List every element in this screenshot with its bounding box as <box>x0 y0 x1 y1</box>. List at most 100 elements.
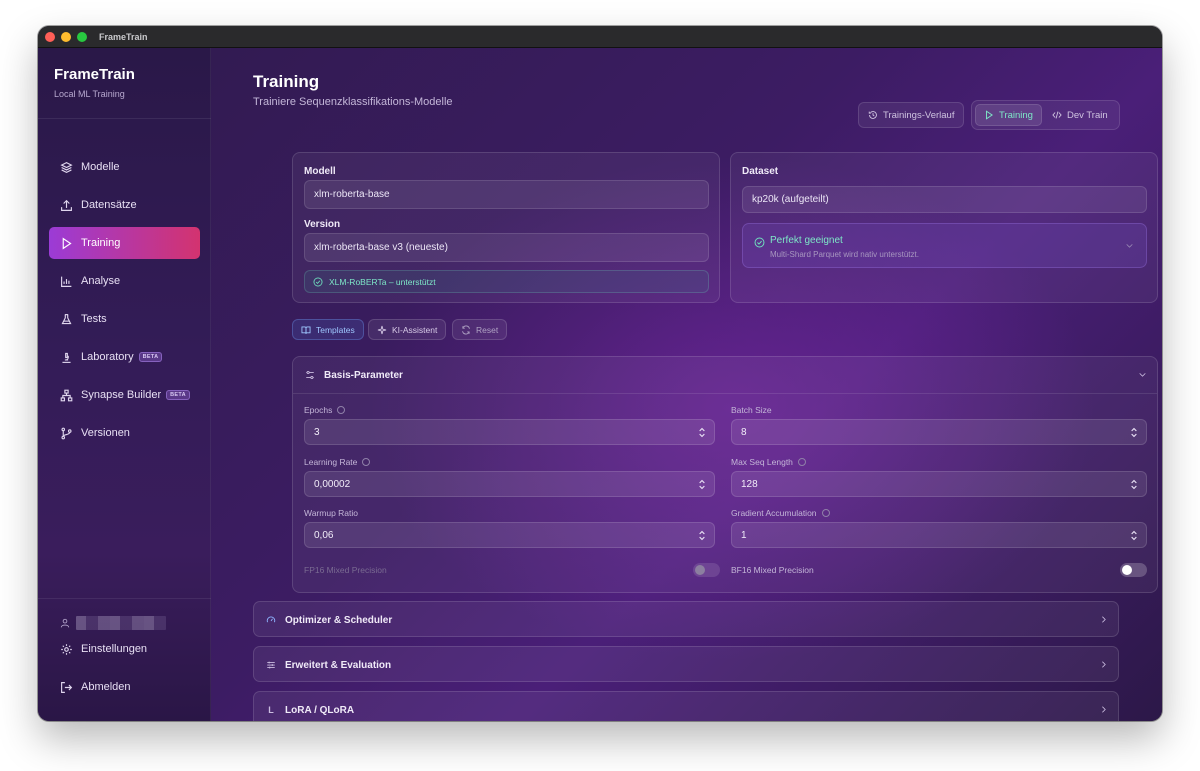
warmup-ratio-value: 0,06 <box>314 529 334 541</box>
lora-qlora-section[interactable]: L LoRA / QLoRA <box>253 691 1119 721</box>
bf16-toggle[interactable] <box>1120 563 1147 577</box>
tab-training[interactable]: Training <box>975 104 1042 126</box>
sidebar-item-label: Tests <box>81 313 107 325</box>
close-window-button[interactable] <box>45 31 55 42</box>
gradient-accumulation-input[interactable]: 1 <box>731 522 1147 548</box>
divider <box>38 118 211 119</box>
main-content: Training Trainiere Sequenzklassifikation… <box>211 48 1162 721</box>
sidebar-bottom-nav: Einstellungen Abmelden <box>49 633 200 709</box>
sidebar-item-modelle[interactable]: Modelle <box>49 151 200 183</box>
sidebar-item-versionen[interactable]: Versionen <box>49 417 200 449</box>
section-title: Erweitert & Evaluation <box>285 659 392 671</box>
sidebar-item-label: Modelle <box>81 161 120 173</box>
logout-label: Abmelden <box>81 681 131 693</box>
play-icon <box>986 110 993 120</box>
dataset-select[interactable]: kp20k (aufgeteilt) <box>742 186 1147 213</box>
minimize-window-button[interactable] <box>61 31 71 42</box>
sidebar-item-datensaetze[interactable]: Datensätze <box>49 189 200 221</box>
tab-dev-train[interactable]: Dev Train <box>1044 104 1116 126</box>
sidebar-item-label: Training <box>81 237 121 249</box>
check-circle-icon <box>754 237 765 248</box>
stepper-icon[interactable] <box>698 427 706 438</box>
gradient-accumulation-label: Gradient Accumulation <box>731 508 830 518</box>
version-select[interactable]: xlm-roberta-base v3 (neueste) <box>304 233 709 262</box>
dataset-label: Dataset <box>742 166 779 177</box>
model-select[interactable]: xlm-roberta-base <box>304 180 709 209</box>
info-icon[interactable] <box>362 458 371 466</box>
optimizer-scheduler-section[interactable]: Optimizer & Scheduler <box>253 601 1119 637</box>
sidebar-item-label: Analyse <box>81 275 121 287</box>
user-icon <box>60 618 70 628</box>
chevron-right-icon <box>1102 706 1106 713</box>
settings-sliders-icon <box>267 661 275 669</box>
fp16-toggle[interactable] <box>693 563 720 577</box>
templates-button[interactable]: Templates <box>292 319 364 340</box>
learning-rate-input[interactable]: 0,00002 <box>304 471 715 497</box>
user-row <box>60 616 166 630</box>
erweitert-evaluation-header[interactable]: Erweitert & Evaluation <box>254 647 1118 683</box>
sidebar-item-analyse[interactable]: Analyse <box>49 265 200 297</box>
optimizer-scheduler-header[interactable]: Optimizer & Scheduler <box>254 602 1118 638</box>
gradient-accumulation-label-text: Gradient Accumulation <box>731 508 817 518</box>
git-branch-icon <box>61 427 72 439</box>
reset-button[interactable]: Reset <box>452 319 508 340</box>
lora-letter-icon: L <box>268 705 274 715</box>
ai-assistant-label: KI-Assistent <box>392 324 438 335</box>
settings-button[interactable]: Einstellungen <box>49 633 200 665</box>
info-icon[interactable] <box>337 406 346 414</box>
stepper-icon[interactable] <box>698 530 706 541</box>
bf16-label: BF16 Mixed Precision <box>731 565 814 575</box>
settings-label: Einstellungen <box>81 643 148 655</box>
chevron-right-icon <box>1102 661 1106 668</box>
app-window: FrameTrain FrameTrain Local ML Training … <box>38 26 1162 721</box>
gauge-icon <box>266 616 276 623</box>
stepper-icon[interactable] <box>1130 530 1138 541</box>
learning-rate-label: Learning Rate <box>304 457 371 467</box>
sidebar-item-tests[interactable]: Tests <box>49 303 200 335</box>
layers-icon <box>60 161 73 173</box>
code-icon <box>1052 111 1062 119</box>
chevron-down-icon <box>1126 244 1133 248</box>
bar-chart-icon <box>61 276 72 287</box>
page-title: Training <box>253 72 320 91</box>
version-label: Version <box>304 219 341 230</box>
dataset-fit-panel[interactable]: Perfekt geeignet Multi-Shard Parquet wir… <box>742 223 1147 268</box>
lora-qlora-header[interactable]: L LoRA / QLoRA <box>254 692 1118 721</box>
fp16-label: FP16 Mixed Precision <box>304 565 387 575</box>
gradient-accumulation-value: 1 <box>741 529 747 541</box>
bf16-label-text: BF16 Mixed Precision <box>731 565 814 575</box>
max-seq-length-value: 128 <box>741 478 758 490</box>
stepper-icon[interactable] <box>698 479 706 490</box>
chevron-down-icon[interactable] <box>1138 370 1147 379</box>
sidebar-item-synapse-builder[interactable]: Synapse Builder BETA <box>49 379 200 411</box>
batch-size-input[interactable]: 8 <box>731 419 1147 445</box>
training-history-button[interactable]: Trainings-Verlauf <box>858 102 965 128</box>
refresh-icon <box>462 325 470 334</box>
ai-assistant-button[interactable]: KI-Assistent <box>368 319 447 340</box>
app-subtitle: Local ML Training <box>54 89 125 99</box>
sidebar-item-training[interactable]: Training <box>49 227 200 259</box>
sliders-icon <box>306 370 314 380</box>
erweitert-evaluation-section[interactable]: Erweitert & Evaluation <box>253 646 1119 682</box>
sparkles-icon <box>377 325 387 334</box>
info-icon[interactable] <box>797 458 806 466</box>
stepper-icon[interactable] <box>1130 427 1138 438</box>
section-title: Basis-Parameter <box>324 369 403 381</box>
sidebar-item-laboratory[interactable]: Laboratory BETA <box>49 341 200 373</box>
check-circle-icon <box>313 277 323 286</box>
fp16-label-text: FP16 Mixed Precision <box>304 565 387 575</box>
dataset-card: Dataset kp20k (aufgeteilt) Perfekt geeig… <box>730 152 1158 303</box>
epochs-input[interactable]: 3 <box>304 419 715 445</box>
sidebar-item-label: Versionen <box>81 427 130 439</box>
max-seq-length-label: Max Seq Length <box>731 457 806 467</box>
logout-button[interactable]: Abmelden <box>49 671 200 703</box>
basis-parameter-header[interactable]: Basis-Parameter <box>293 357 1157 393</box>
stepper-icon[interactable] <box>1130 479 1138 490</box>
info-icon[interactable] <box>821 509 830 517</box>
max-seq-length-input[interactable]: 128 <box>731 471 1147 497</box>
warmup-ratio-input[interactable]: 0,06 <box>304 522 715 548</box>
templates-label: Templates <box>316 324 355 335</box>
divider <box>293 393 1157 394</box>
toggle-knob <box>1122 565 1132 575</box>
maximize-window-button[interactable] <box>77 31 87 42</box>
